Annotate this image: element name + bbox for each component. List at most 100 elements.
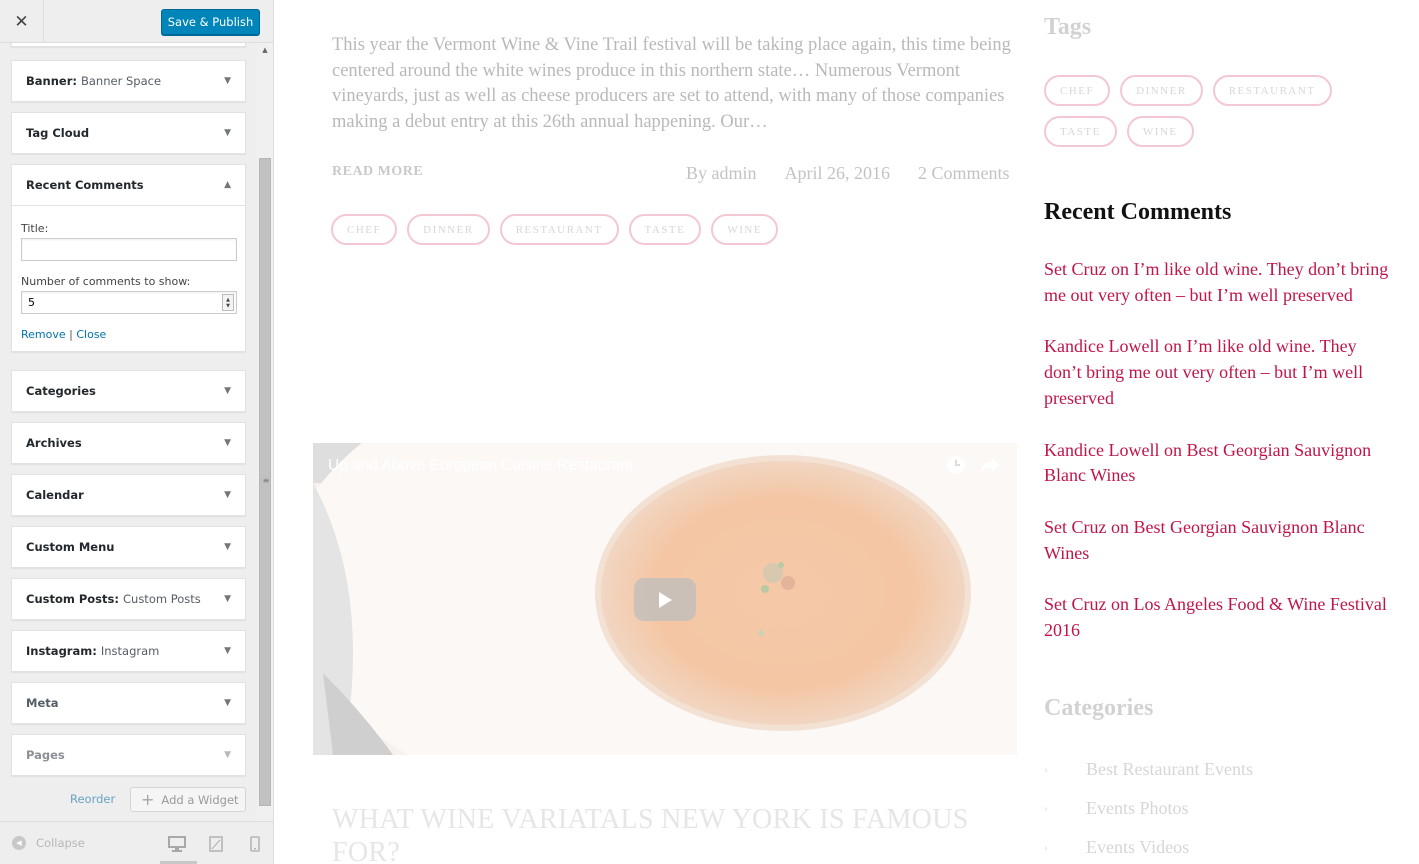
post-author[interactable]: By admin <box>686 163 757 184</box>
recent-comment-item[interactable]: Set Cruz on Best Georgian Sauvignon Blan… <box>1044 515 1389 566</box>
category-item[interactable]: › Best Restaurant Events <box>1044 750 1384 789</box>
widget-custom-menu[interactable]: Custom Menu ▼ <box>11 526 246 568</box>
widget-header[interactable]: Pages ▼ <box>12 735 245 775</box>
recent-comment-item[interactable]: Kandice Lowell on Best Georgian Sauvigno… <box>1044 438 1389 489</box>
widget-header[interactable]: Calendar ▼ <box>12 475 245 515</box>
widget-header[interactable]: Categories ▼ <box>12 371 245 411</box>
widget-recent-comments[interactable]: Recent Comments ▲ Title: Number of comme… <box>11 164 246 352</box>
widget-custom-posts[interactable]: Custom Posts: Custom Posts ▼ <box>11 578 246 620</box>
next-post-title[interactable]: WHAT WINE VARIATALS NEW YORK IS FAMOUS F… <box>332 803 972 864</box>
widget-form: Title: Number of comments to show: ▲▼ Re… <box>12 205 245 351</box>
caret-down-icon[interactable]: ▼ <box>224 386 231 396</box>
widget-title: Tag Cloud <box>26 126 90 140</box>
sidebar-tag-cloud: CHEF DINNER RESTAURANT TASTE WINE <box>1044 75 1344 147</box>
reorder-link[interactable]: Reorder <box>70 792 115 806</box>
widget-calendar[interactable]: Calendar ▼ <box>11 474 246 516</box>
caret-down-icon[interactable]: ▼ <box>224 490 231 500</box>
widget-meta[interactable]: Meta ▼ <box>11 682 246 724</box>
categories-list: › Best Restaurant Events › Events Photos ›… <box>1044 750 1384 864</box>
add-widget-button[interactable]: + Add a Widget <box>130 787 246 812</box>
category-label: Best Restaurant Events <box>1086 759 1253 779</box>
widget-header[interactable]: Tag Cloud ▼ <box>12 113 245 153</box>
widget-categories[interactable]: Categories ▼ <box>11 370 246 412</box>
widget-title: Calendar <box>26 488 84 502</box>
tag-pill[interactable]: TASTE <box>628 214 702 245</box>
widget-partial <box>11 43 246 47</box>
widget-header[interactable]: Meta ▼ <box>12 683 245 723</box>
caret-down-icon[interactable]: ▼ <box>224 750 231 760</box>
close-link[interactable]: Close <box>76 328 106 341</box>
read-more-link[interactable]: READ MORE <box>332 164 423 180</box>
embedded-video[interactable]: Up and Above European Cuisine Restaurant <box>313 443 1017 755</box>
recent-comment-item[interactable]: Kandice Lowell on I’m like old wine. The… <box>1044 334 1389 411</box>
caret-down-icon[interactable]: ▼ <box>224 646 231 656</box>
recent-comment-item[interactable]: Set Cruz on Los Angeles Food & Wine Fest… <box>1044 592 1389 643</box>
widget-header[interactable]: Recent Comments ▲ <box>12 165 245 205</box>
widget-title: Archives <box>26 436 82 450</box>
video-title[interactable]: Up and Above European Cuisine Restaurant <box>328 457 633 475</box>
recent-comment-item[interactable]: Set Cruz on I’m like old wine. They don’… <box>1044 257 1389 308</box>
caret-down-icon[interactable]: ▼ <box>224 76 231 86</box>
tag-pill[interactable]: CHEF <box>1044 75 1111 106</box>
tag-pill[interactable]: WINE <box>711 214 779 245</box>
play-button-icon[interactable] <box>634 578 696 621</box>
watch-later-icon[interactable] <box>946 455 966 475</box>
widget-header[interactable]: Instagram: Instagram ▼ <box>12 631 245 671</box>
tag-pill[interactable]: DINNER <box>1120 75 1203 106</box>
post-date[interactable]: April 26, 2016 <box>785 163 891 184</box>
desktop-preview-icon[interactable] <box>166 834 188 854</box>
collapse-button[interactable]: ◀ Collapse <box>12 836 85 850</box>
post-excerpt: This year the Vermont Wine & Vine Trail … <box>332 35 1011 133</box>
widget-archives[interactable]: Archives ▼ <box>11 422 246 464</box>
caret-down-icon[interactable]: ▼ <box>224 128 231 138</box>
caret-down-icon[interactable]: ▼ <box>224 542 231 552</box>
widget-actions-bar: Reorder + Add a Widget <box>0 787 273 813</box>
scroll-up-arrow-icon[interactable]: ▲ <box>257 43 273 57</box>
tag-pill[interactable]: DINNER <box>407 214 490 245</box>
caret-down-icon[interactable]: ▼ <box>224 698 231 708</box>
widget-list[interactable]: Banner: Banner Space ▼ Tag Cloud ▼ Recen… <box>0 43 273 821</box>
customizer-header: ✕ Save & Publish <box>0 0 273 43</box>
tag-pill[interactable]: RESTAURANT <box>1212 75 1332 106</box>
sidebar-scrollbar[interactable]: ▲ ≡ <box>257 43 273 821</box>
chevron-right-icon: › <box>1044 762 1048 776</box>
widget-banner[interactable]: Banner: Banner Space ▼ <box>11 60 246 102</box>
widget-header[interactable]: Archives ▼ <box>12 423 245 463</box>
widget-tag-cloud[interactable]: Tag Cloud ▼ <box>11 112 246 154</box>
caret-down-icon[interactable]: ▼ <box>224 438 231 448</box>
save-publish-button[interactable]: Save & Publish <box>161 9 260 35</box>
post-comments-count[interactable]: 2 Comments <box>918 163 1010 184</box>
widget-instagram[interactable]: Instagram: Instagram ▼ <box>11 630 246 672</box>
caret-down-icon[interactable]: ▼ <box>224 594 231 604</box>
category-label: Events Photos <box>1086 798 1189 818</box>
tags-heading: Tags <box>1044 14 1092 40</box>
widget-title: Recent Comments <box>26 178 144 192</box>
tag-pill[interactable]: TASTE <box>1044 116 1117 147</box>
widget-pages[interactable]: Pages ▼ <box>11 734 246 776</box>
close-icon[interactable]: ✕ <box>0 0 44 43</box>
mobile-preview-icon[interactable] <box>244 834 266 854</box>
caret-up-icon[interactable]: ▲ <box>224 180 231 190</box>
tag-pill[interactable]: CHEF <box>331 214 398 245</box>
widget-header[interactable]: Custom Posts: Custom Posts ▼ <box>12 579 245 619</box>
scrollbar-thumb[interactable]: ≡ <box>259 158 271 806</box>
widget-title: Categories <box>26 384 96 398</box>
tablet-preview-icon[interactable] <box>205 834 227 854</box>
widget-header[interactable]: Banner: Banner Space ▼ <box>12 61 245 101</box>
category-item[interactable]: › Events Photos <box>1044 789 1384 828</box>
number-spinner[interactable]: ▲ ▼ <box>222 294 234 311</box>
share-icon[interactable] <box>979 455 1001 475</box>
customizer-footer: ◀ Collapse <box>0 821 273 864</box>
tag-pill[interactable]: RESTAURANT <box>499 214 619 245</box>
tag-pill[interactable]: WINE <box>1126 116 1194 147</box>
number-of-comments-input[interactable] <box>21 291 237 314</box>
title-input[interactable] <box>21 238 237 261</box>
plus-icon: + <box>141 789 155 809</box>
widget-header[interactable]: Custom Menu ▼ <box>12 527 245 567</box>
remove-link[interactable]: Remove <box>21 328 66 341</box>
title-label: Title: <box>21 222 49 235</box>
category-item[interactable]: › Events Videos <box>1044 828 1384 864</box>
number-field-wrapper: ▲▼ <box>21 291 237 314</box>
chevron-right-icon: › <box>1044 801 1048 815</box>
site-preview: This year the Vermont Wine & Vine Trail … <box>274 0 1419 864</box>
